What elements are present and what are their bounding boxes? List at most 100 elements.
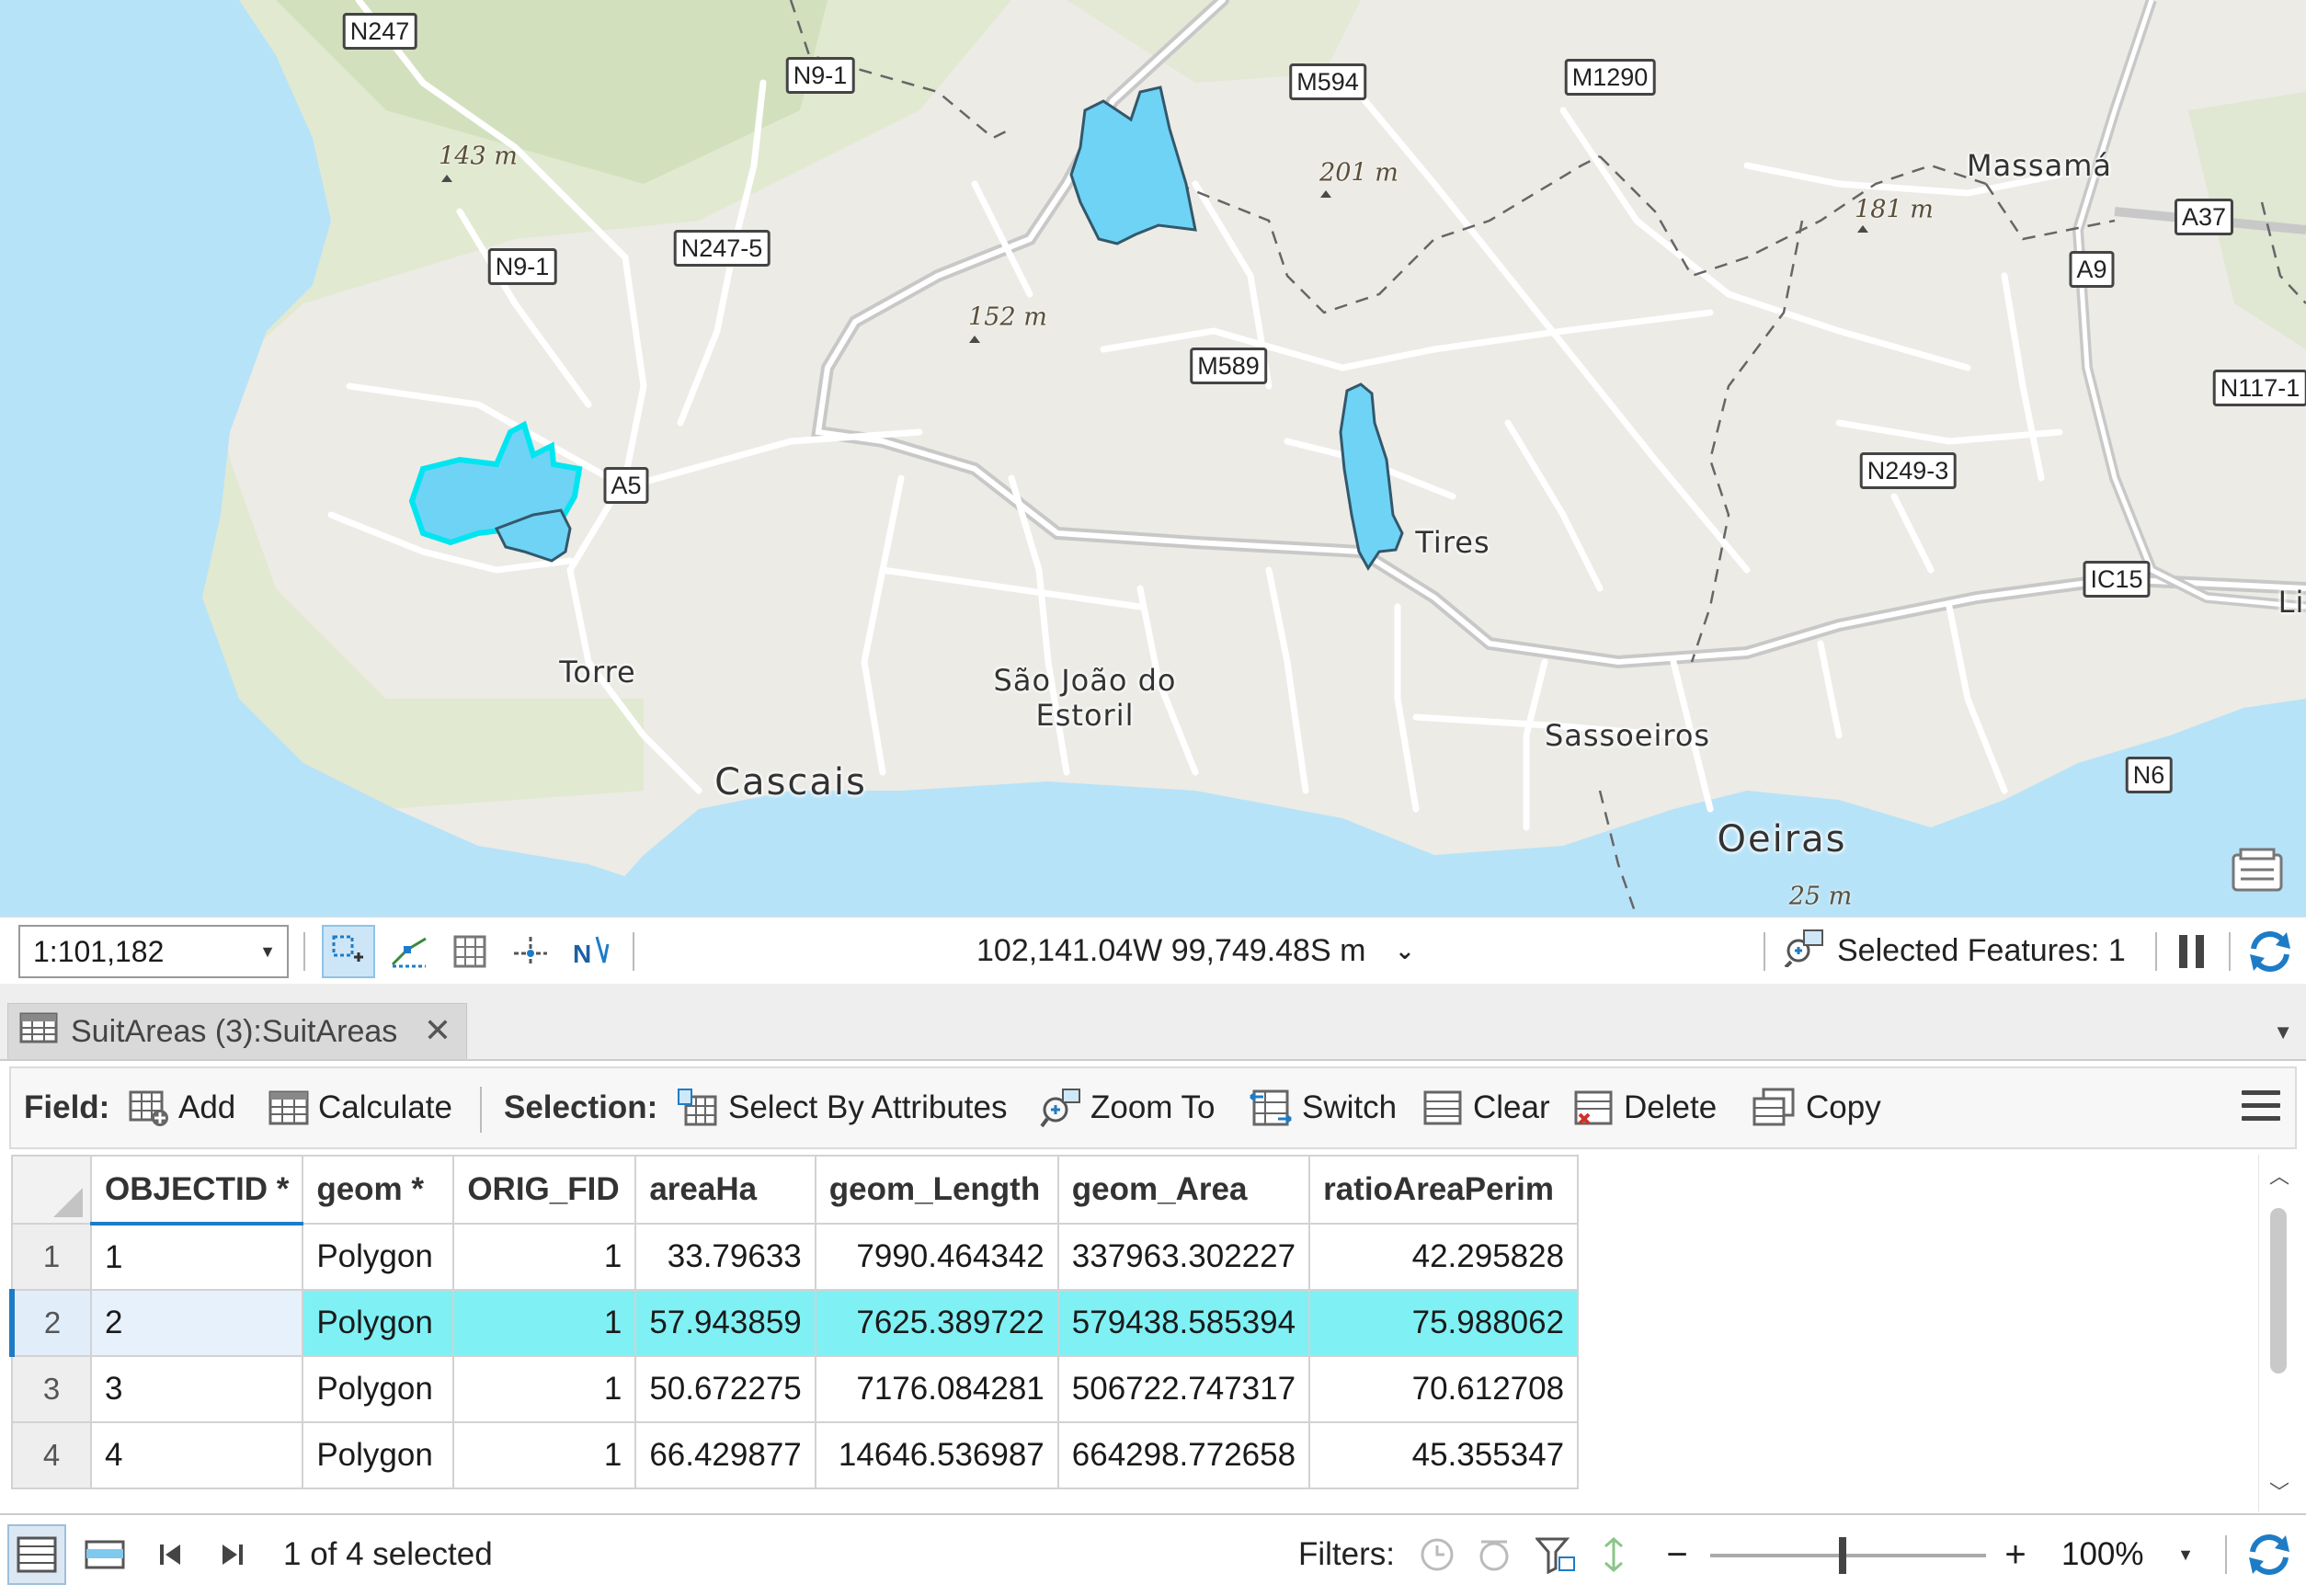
select-all-corner[interactable] xyxy=(11,1155,92,1225)
scrollbar-thumb[interactable] xyxy=(2270,1208,2287,1374)
svg-text:N: N xyxy=(573,940,591,968)
filters-label: Filters: xyxy=(1298,1536,1395,1572)
table-cell[interactable]: 50.672275 xyxy=(634,1355,816,1423)
table-cell[interactable]: 506722.747317 xyxy=(1056,1355,1311,1423)
zoom-level-dropdown[interactable]: 100% ▼ xyxy=(2050,1528,2207,1581)
table-cell[interactable]: Polygon xyxy=(302,1289,455,1357)
copy-selected-button[interactable]: Copy xyxy=(1752,1068,1881,1147)
table-row[interactable]: 1 1 Polygon 1 33.79633 7990.464342 337963.3022… xyxy=(11,1223,1580,1291)
map-view[interactable]: N247 N9-1 M594 M1290 N9-1 N247-5 A37 A9 M589 N117… xyxy=(0,0,2306,917)
select-by-rectangle-icon xyxy=(332,935,363,962)
table-cell[interactable]: 664298.772658 xyxy=(1056,1421,1311,1489)
column-header-areaha[interactable]: areaHa xyxy=(634,1155,816,1225)
table-row[interactable]: 3 3 Polygon 1 50.672275 7176.084281 506722.747… xyxy=(11,1355,1580,1423)
table-cell[interactable]: 7176.084281 xyxy=(814,1355,1059,1423)
last-record-button[interactable] xyxy=(210,1515,256,1594)
table-cell[interactable]: 70.612708 xyxy=(1308,1355,1580,1423)
column-header-geom-area[interactable]: geom_Area xyxy=(1056,1155,1311,1225)
table-cell[interactable]: 3 xyxy=(89,1355,304,1423)
table-cell[interactable]: 45.355347 xyxy=(1308,1421,1580,1489)
table-cell[interactable]: 14646.536987 xyxy=(814,1421,1059,1489)
delete-selected-button[interactable]: Delete xyxy=(1574,1068,1717,1147)
grid-button[interactable] xyxy=(443,925,497,978)
zoom-out-button[interactable]: − xyxy=(1661,1515,1694,1594)
column-header-geom-length[interactable]: geom_Length xyxy=(814,1155,1059,1225)
table-row[interactable]: 4 4 Polygon 1 66.429877 14646.536987 664298.77… xyxy=(11,1421,1580,1489)
row-number[interactable]: 3 xyxy=(11,1355,92,1423)
table-cell[interactable]: 7990.464342 xyxy=(814,1223,1059,1291)
table-cell[interactable]: Polygon xyxy=(302,1223,455,1291)
road-shield: IC15 xyxy=(2083,561,2151,598)
road-shield: N247-5 xyxy=(673,230,771,267)
copy-icon xyxy=(1752,1088,1797,1128)
coordinates-display[interactable]: 102,141.04W 99,749.48S m ⌄ xyxy=(976,918,1415,985)
zoom-to-button[interactable]: Zoom To xyxy=(1039,1068,1216,1147)
table-cell[interactable]: 75.988062 xyxy=(1308,1289,1580,1357)
time-filter-button[interactable] xyxy=(1414,1515,1460,1594)
snapping-button[interactable] xyxy=(382,925,436,978)
table-row[interactable]: 2 2 Polygon 1 57.943859 7625.389722 579438.585… xyxy=(9,1289,1580,1357)
select-by-rectangle-button[interactable] xyxy=(322,925,375,978)
table-cell[interactable]: 4 xyxy=(89,1421,304,1489)
table-cell[interactable]: 1 xyxy=(89,1223,304,1291)
column-header-geom[interactable]: geom * xyxy=(302,1155,455,1225)
sort-direction-button[interactable] xyxy=(1593,1515,1635,1594)
zoom-in-button[interactable]: + xyxy=(1999,1515,2032,1594)
column-header-orig-fid[interactable]: ORIG_FID xyxy=(452,1155,637,1225)
table-cell[interactable]: 579438.585394 xyxy=(1056,1289,1311,1357)
close-icon[interactable]: ✕ xyxy=(424,1011,451,1050)
refresh-button[interactable] xyxy=(2243,925,2297,978)
switch-selection-button[interactable]: Switch xyxy=(1249,1068,1397,1147)
table-cell[interactable]: 1 xyxy=(452,1289,637,1357)
first-record-button[interactable] xyxy=(147,1515,193,1594)
column-header-ratio-area-perim[interactable]: ratioAreaPerim xyxy=(1308,1155,1580,1225)
table-cell[interactable]: 7625.389722 xyxy=(814,1289,1059,1357)
show-selected-records-button[interactable] xyxy=(75,1515,134,1594)
table-options-menu-icon[interactable] xyxy=(2242,1090,2280,1129)
road-shield: A5 xyxy=(603,467,649,504)
table-cell[interactable]: 57.943859 xyxy=(634,1289,816,1357)
chevron-down-icon[interactable]: ⌄ xyxy=(1395,918,1415,985)
place-label: Tires xyxy=(1415,525,1490,560)
basemap-gallery-icon[interactable] xyxy=(2230,846,2285,894)
measure-button[interactable] xyxy=(504,925,557,978)
clear-selection-button[interactable]: Clear xyxy=(1423,1068,1550,1147)
calculate-field-button[interactable]: Calculate xyxy=(268,1068,452,1147)
chevron-down-icon[interactable]: ▼ xyxy=(2273,1020,2293,1044)
table-cell[interactable]: Polygon xyxy=(302,1355,455,1423)
range-filter-button[interactable] xyxy=(1471,1515,1517,1594)
select-by-attributes-button[interactable]: Select By Attributes xyxy=(677,1068,1007,1147)
table-cell[interactable]: 1 xyxy=(452,1355,637,1423)
table-cell[interactable]: 42.295828 xyxy=(1308,1223,1580,1291)
column-header-objectid[interactable]: OBJECTID * xyxy=(89,1155,304,1226)
table-cell[interactable]: 337963.302227 xyxy=(1056,1223,1311,1291)
selected-features-indicator[interactable]: Selected Features: 1 xyxy=(1784,918,2126,985)
filter-button[interactable] xyxy=(1530,1515,1581,1594)
table-cell[interactable]: 33.79633 xyxy=(634,1223,816,1291)
show-all-records-button[interactable] xyxy=(7,1524,66,1585)
scroll-up-icon[interactable]: ︿ xyxy=(2259,1160,2300,1190)
add-field-button[interactable]: Add xyxy=(129,1068,235,1147)
north-arrow-button[interactable]: N xyxy=(565,925,618,978)
scale-dropdown[interactable]: 1:101,182 ▼ xyxy=(18,925,289,978)
table-cell[interactable]: 66.429877 xyxy=(634,1421,816,1489)
table-cell[interactable]: 2 xyxy=(89,1289,304,1357)
vertical-scrollbar[interactable]: ︿ ﹀ xyxy=(2258,1155,2300,1511)
table-cell[interactable]: 1 xyxy=(452,1223,637,1291)
clear-selection-icon xyxy=(1423,1089,1464,1127)
table-cell[interactable]: 1 xyxy=(452,1421,637,1489)
row-number[interactable]: 1 xyxy=(11,1223,92,1291)
row-number[interactable]: 2 xyxy=(9,1289,92,1357)
refresh-table-button[interactable] xyxy=(2242,1515,2297,1594)
zoom-slider-thumb[interactable] xyxy=(1839,1537,1846,1574)
zoom-slider-track[interactable] xyxy=(1710,1554,1986,1557)
attribute-table: OBJECTID * geom * ORIG_FID areaHa geom_L… xyxy=(9,1155,2253,1511)
tab-suitareas[interactable]: SuitAreas (3):SuitAreas ✕ xyxy=(7,1003,467,1059)
table-toolbar: Field: Add Calculate Selection: Select B… xyxy=(9,1066,2297,1149)
row-number[interactable]: 4 xyxy=(11,1421,92,1489)
grid-icon xyxy=(453,935,486,968)
table-cell[interactable]: Polygon xyxy=(302,1421,455,1489)
scroll-down-icon[interactable]: ﹀ xyxy=(2259,1476,2300,1506)
pause-drawing-button[interactable] xyxy=(2165,925,2219,978)
chevron-down-icon: ▼ xyxy=(259,942,276,961)
